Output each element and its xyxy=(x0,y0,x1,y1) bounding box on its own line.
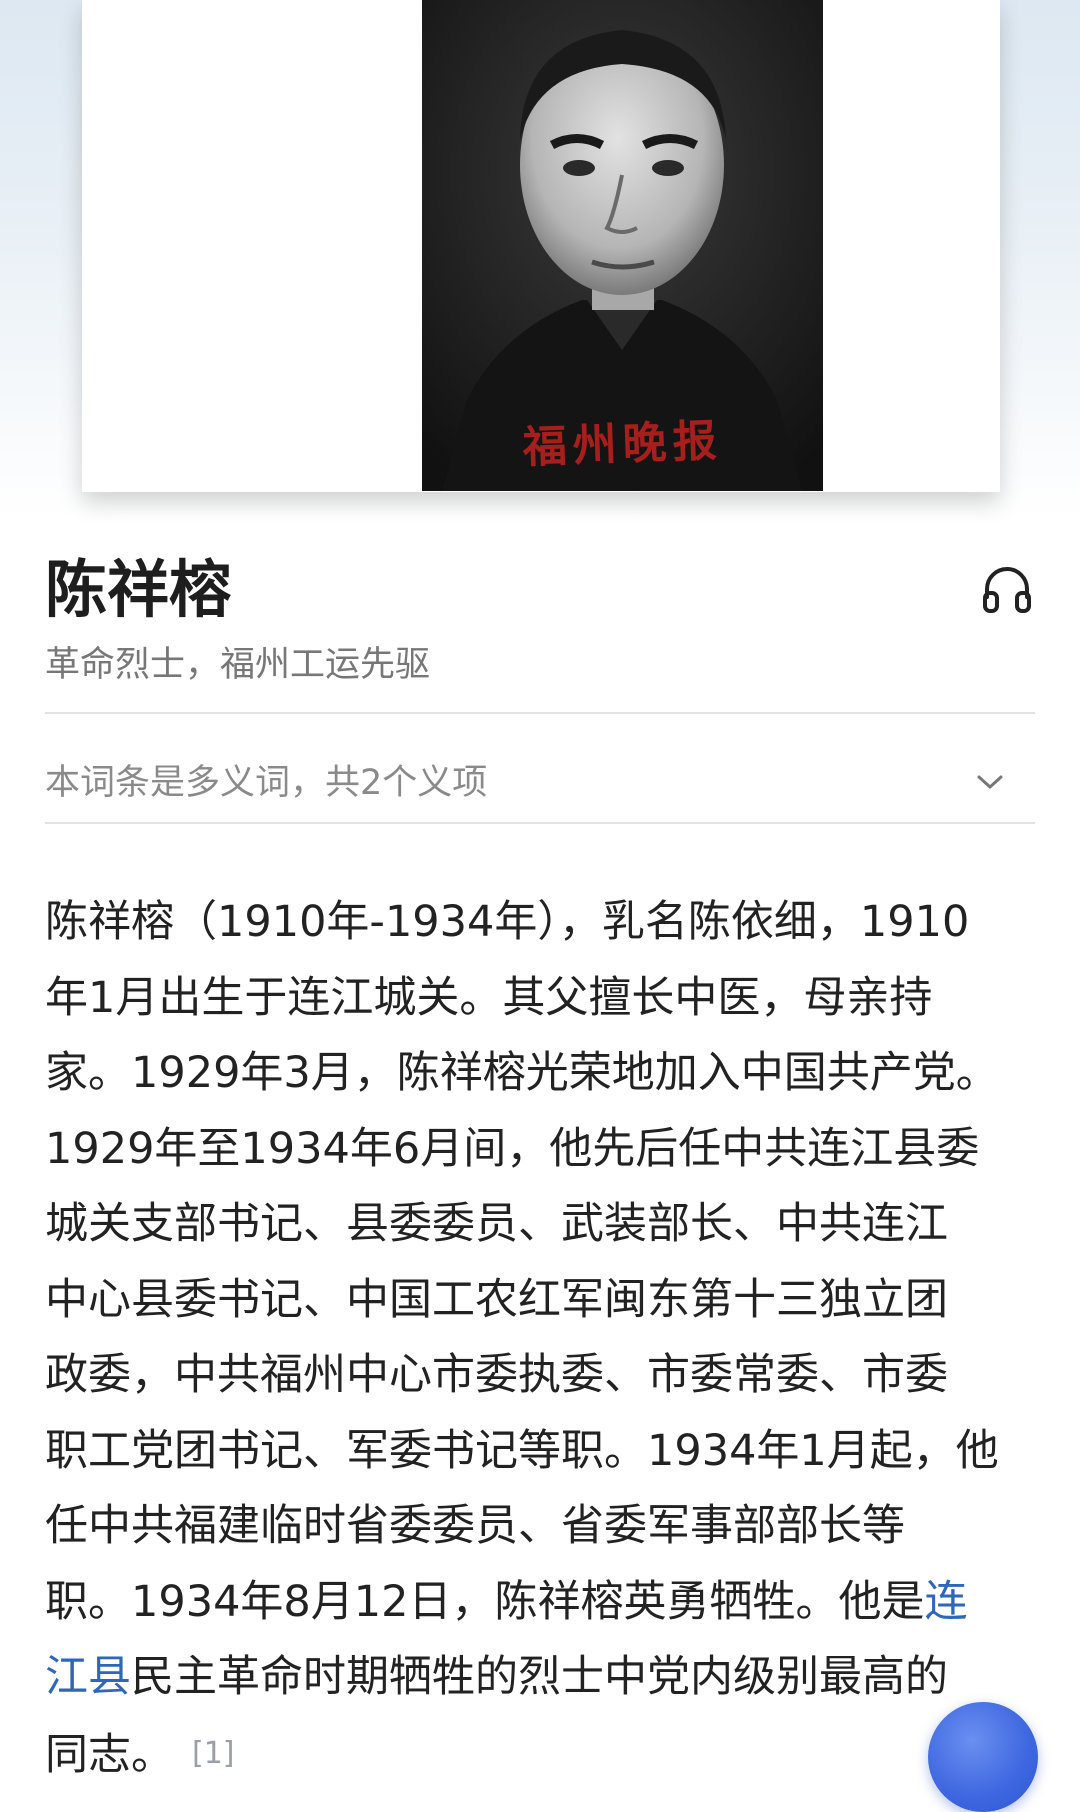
floating-action-button[interactable] xyxy=(928,1702,1038,1812)
summary-line: 同志。 xyxy=(45,1729,174,1780)
portrait-photo[interactable]: 福州晚报 xyxy=(422,0,823,491)
lianjiang-link[interactable]: 江县 xyxy=(45,1652,131,1702)
hero-card: 福州晚报 xyxy=(82,0,1000,492)
audio-button[interactable] xyxy=(982,565,1032,613)
summary-line: 中心县委书记、中国工农红军闽东第十三独立团 xyxy=(45,1274,948,1325)
summary-line: 陈祥榕（1910年-1934年），乳名陈依细，1910 xyxy=(45,897,970,947)
chevron-down-icon xyxy=(977,775,1003,789)
hero-banner: 福州晚报 xyxy=(0,0,1080,520)
divider xyxy=(45,822,1035,824)
summary-line: 政委，中共福州中心市委执委、市委常委、市委 xyxy=(45,1350,948,1400)
summary-line: 职。1934年8月12日，陈祥榕英勇牺牲。他是 xyxy=(45,1576,925,1627)
summary-line: 年1月出生于连江城关。其父擅长中医，母亲持 xyxy=(45,972,933,1023)
summary-paragraph: 陈祥榕（1910年-1934年），乳名陈依细，1910 年1月出生于连江城关。其… xyxy=(45,885,1035,1793)
summary-line: 家。1929年3月，陈祥榕光荣地加入中国共产党。 xyxy=(45,1048,999,1098)
summary-line: 民主革命时期牺牲的烈士中党内级别最高的 xyxy=(131,1652,948,1702)
reference-link[interactable]: [1] xyxy=(192,1736,235,1771)
disambiguation-text: 本词条是多义词，共2个义项 xyxy=(45,763,488,803)
divider xyxy=(45,712,1035,714)
summary-line: 城关支部书记、县委委员、武装部长、中共连江 xyxy=(45,1199,948,1249)
headphones-icon xyxy=(983,567,1031,613)
lianjiang-link[interactable]: 连 xyxy=(925,1577,968,1627)
summary-line: 1929年至1934年6月间，他先后任中共连江县委 xyxy=(45,1123,980,1174)
summary-line: 职工党团书记、军委书记等职。1934年1月起，他 xyxy=(45,1425,999,1476)
entry-subtitle: 革命烈士，福州工运先驱 xyxy=(45,645,431,685)
entry-title: 陈祥榕 xyxy=(45,553,232,626)
summary-line: 任中共福建临时省委委员、省委军事部部长等 xyxy=(45,1501,905,1551)
